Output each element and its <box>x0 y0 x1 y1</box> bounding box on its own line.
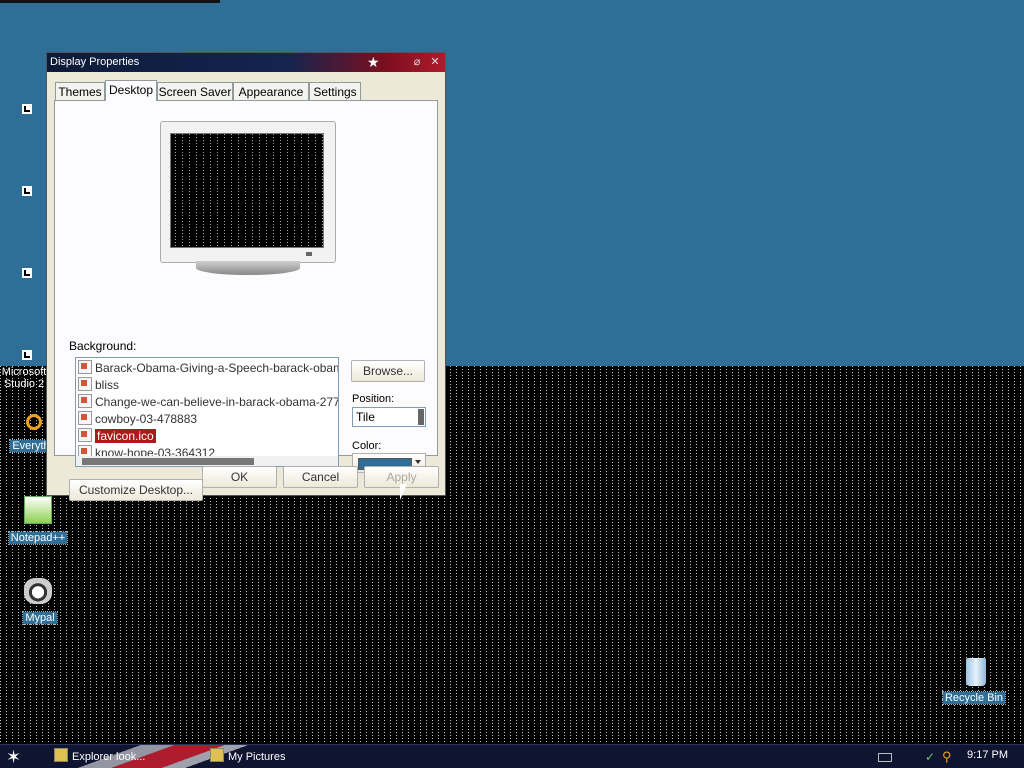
image-file-icon <box>78 394 92 408</box>
customize-desktop-button[interactable]: Customize Desktop... <box>69 479 203 501</box>
position-value: Tile <box>356 410 375 424</box>
tab-screen-saver[interactable]: Screen Saver <box>157 82 233 100</box>
desktop-icon-label: Microsoft <box>1 366 47 378</box>
display-properties-dialog: Display Properties ★ ⌀ ✕ Themes Desktop … <box>46 52 446 501</box>
list-item[interactable]: Barack-Obama-Giving-a-Speech-barack-obam… <box>78 360 339 376</box>
shortcut-arrow-icon <box>22 104 32 114</box>
tab-label: Desktop <box>108 83 154 97</box>
magnifier-icon <box>26 414 42 430</box>
position-label: Position: <box>352 393 395 405</box>
monitor-led <box>306 252 312 256</box>
search-icon[interactable]: ⚲ <box>942 749 952 765</box>
folder-icon <box>54 748 68 762</box>
scrollbar-thumb[interactable] <box>82 458 254 465</box>
star-icon: ★ <box>367 54 380 70</box>
list-item[interactable]: bliss <box>78 377 119 393</box>
folder-icon <box>210 748 224 762</box>
tab-label: Appearance <box>238 85 304 99</box>
taskbar: ✶ Explorer look... My Pictures ✓ ⚲ 9:17 … <box>0 744 1024 768</box>
desktop-icon-label: Studio 2 <box>3 378 45 390</box>
raccoon-icon <box>24 578 52 604</box>
cancel-button[interactable]: Cancel <box>283 466 358 488</box>
mouse-cursor-icon <box>400 484 407 500</box>
button-label: Customize Desktop... <box>78 483 194 497</box>
monitor-preview-screen <box>170 133 324 248</box>
tab-appearance[interactable]: Appearance <box>233 82 309 100</box>
notepadpp-icon <box>24 496 52 524</box>
recycle-bin-icon <box>966 658 986 686</box>
list-item-label: cowboy-03-478883 <box>95 412 198 426</box>
dialog-title: Display Properties <box>50 56 140 68</box>
clock[interactable]: 9:17 PM <box>967 749 1008 761</box>
tab-desktop[interactable]: Desktop <box>105 80 157 101</box>
dialog-titlebar[interactable]: Display Properties ★ ⌀ ✕ <box>47 53 445 72</box>
tab-label: Settings <box>313 85 357 99</box>
shortcut-arrow-icon <box>22 186 32 196</box>
help-icon[interactable]: ⌀ <box>411 56 423 68</box>
list-item-selected[interactable]: favicon.ico <box>78 428 157 444</box>
start-button[interactable]: ✶ <box>6 747 21 767</box>
tab-themes[interactable]: Themes <box>55 82 105 100</box>
network-icon[interactable]: ✓ <box>925 750 935 764</box>
background-label: Background: <box>69 339 137 353</box>
background-listbox[interactable]: Barack-Obama-Giving-a-Speech-barack-obam… <box>75 357 339 467</box>
button-label: Browse... <box>362 364 413 378</box>
image-file-icon <box>78 411 92 425</box>
list-item-label: Change-we-can-believe-in-barack-obama-27… <box>95 395 339 409</box>
shortcut-arrow-icon <box>22 350 32 360</box>
ok-button[interactable]: OK <box>202 466 277 488</box>
desktop: Microsoft Studio 2 Everyth Notepad++ Myp… <box>0 0 1024 768</box>
button-label: Cancel <box>301 470 340 484</box>
dropdown-handle <box>418 409 424 425</box>
taskbar-item-label: Explorer look... <box>72 751 146 763</box>
taskbar-item[interactable]: My Pictures <box>210 748 285 767</box>
browse-button[interactable]: Browse... <box>351 360 425 382</box>
monitor-stand <box>196 261 300 275</box>
horizontal-scrollbar[interactable] <box>76 456 338 466</box>
button-label: Apply <box>386 470 417 484</box>
desktop-icon-recycle-bin[interactable]: Recycle Bin <box>941 658 1007 705</box>
shortcut-arrow-icon <box>22 268 32 278</box>
desktop-icon-mypal[interactable]: Mypal <box>18 578 62 625</box>
desktop-icon-label: Recycle Bin <box>941 691 1007 705</box>
tab-label: Screen Saver <box>158 85 232 99</box>
desktop-shortcut-3[interactable] <box>22 268 36 282</box>
desktop-icon-notepadpp[interactable]: Notepad++ <box>6 496 70 545</box>
keyboard-icon[interactable] <box>878 753 892 762</box>
chevron-down-icon <box>415 460 421 464</box>
button-label: OK <box>230 470 249 484</box>
icon-file-icon <box>78 428 92 442</box>
tab-settings[interactable]: Settings <box>309 82 361 100</box>
list-item-label: bliss <box>95 378 120 392</box>
desktop-tab-panel: Background: Barack-Obama-Giving-a-Speech… <box>54 100 438 501</box>
list-item-label: Barack-Obama-Giving-a-Speech-barack-obam… <box>95 361 339 375</box>
desktop-icon-microsoft-studio[interactable]: Microsoft Studio 2 <box>0 350 48 390</box>
list-item[interactable]: Change-we-can-believe-in-barack-obama-27… <box>78 394 339 410</box>
close-icon[interactable]: ✕ <box>429 56 441 68</box>
desktop-icon-label: Notepad++ <box>7 531 69 545</box>
list-item-label: favicon.ico <box>94 428 157 444</box>
taskbar-item[interactable]: Explorer look... <box>54 748 145 767</box>
desktop-shortcut-1[interactable] <box>22 104 36 118</box>
list-item[interactable]: cowboy-03-478883 <box>78 411 197 427</box>
color-label: Color: <box>352 440 382 452</box>
image-file-icon <box>78 360 92 374</box>
image-file-icon <box>78 377 92 391</box>
monitor-preview <box>160 121 336 275</box>
desktop-icon-label: Mypal <box>22 611 58 625</box>
tab-label: Themes <box>58 85 102 99</box>
taskbar-item-label: My Pictures <box>228 751 286 763</box>
desktop-shortcut-2[interactable] <box>22 186 36 200</box>
position-select[interactable]: Tile <box>352 407 426 427</box>
